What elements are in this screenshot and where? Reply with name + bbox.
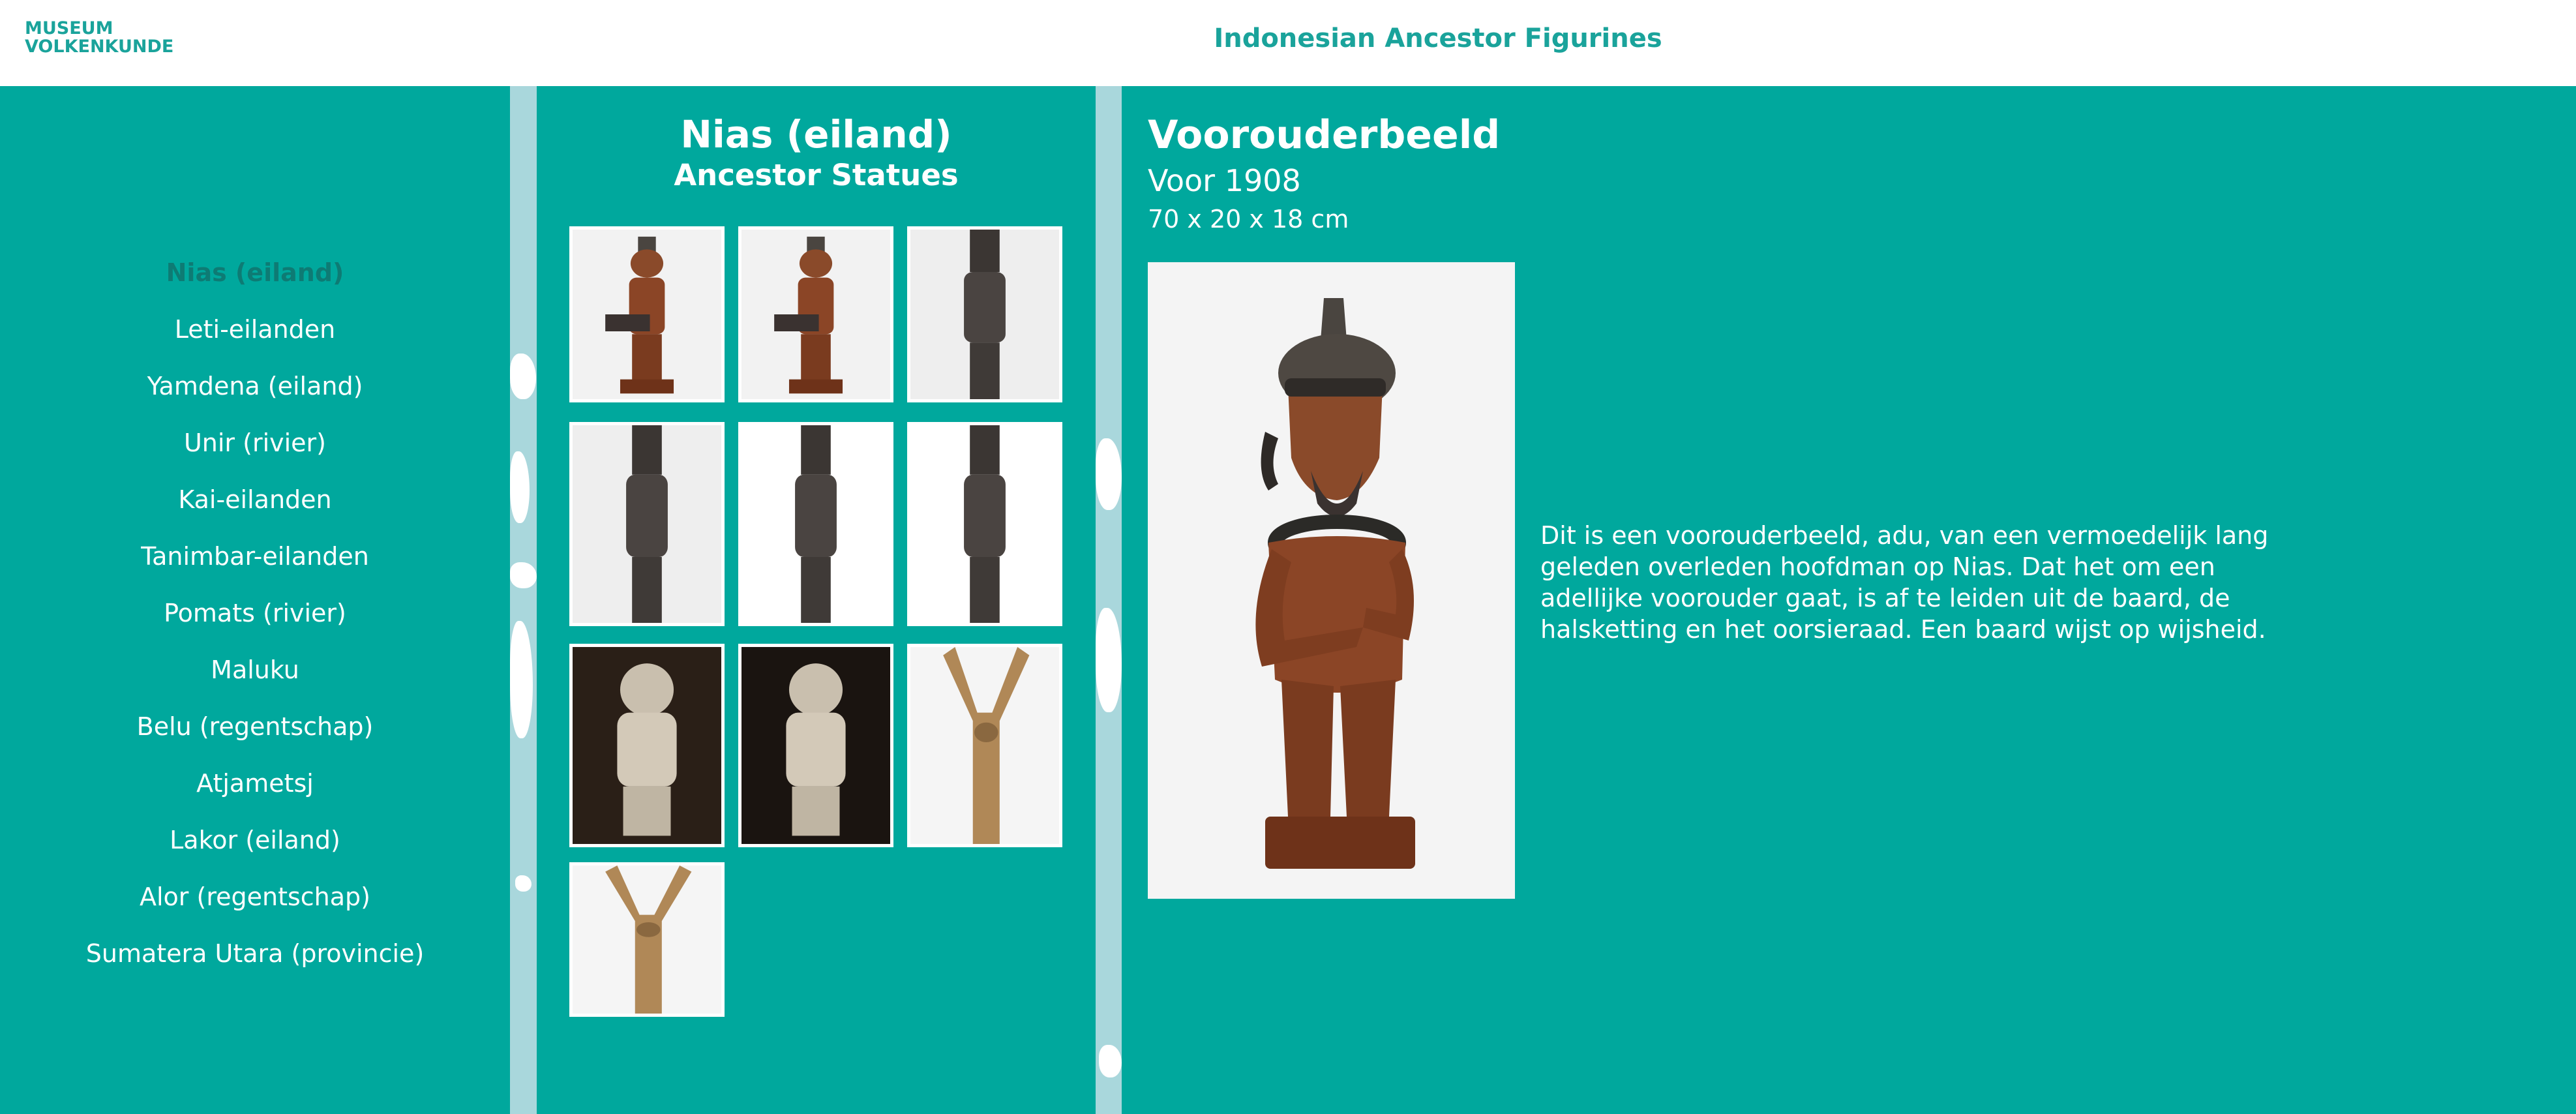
- gallery-title: Nias (eiland): [680, 112, 952, 157]
- gallery-subtitle: Ancestor Statues: [674, 158, 959, 192]
- gallery-thumbnail[interactable]: [569, 226, 725, 402]
- region-item[interactable]: Lakor (eiland): [0, 812, 510, 869]
- region-item[interactable]: Unir (rivier): [0, 415, 510, 472]
- logo-line-1: MUSEUM: [25, 18, 113, 38]
- region-item[interactable]: Tanimbar-eilanden: [0, 528, 510, 585]
- gallery-thumbnail[interactable]: [907, 226, 1062, 402]
- object-image: [1148, 262, 1515, 899]
- gallery-thumbnail[interactable]: [907, 422, 1062, 626]
- region-item[interactable]: Maluku: [0, 642, 510, 699]
- gallery-panel: Nias (eiland) Ancestor Statues: [537, 86, 1096, 1114]
- page-title: Indonesian Ancestor Figurines: [1214, 23, 1662, 53]
- region-item[interactable]: Yamdena (eiland): [0, 358, 510, 415]
- region-item[interactable]: Nias (eiland): [0, 245, 510, 301]
- museum-logo[interactable]: MUSEUM VOLKENKUNDE: [25, 18, 174, 57]
- header: MUSEUM VOLKENKUNDE Indonesian Ancestor F…: [0, 0, 2576, 86]
- gallery-thumbnail[interactable]: [738, 226, 893, 402]
- region-item[interactable]: Atjametsj: [0, 755, 510, 812]
- gallery-thumbnail[interactable]: [569, 422, 725, 626]
- region-item[interactable]: Sumatera Utara (provincie): [0, 926, 510, 982]
- detail-panel: Voorouderbeeld Voor 1908 70 x 20 x 18 cm: [1122, 86, 2576, 1114]
- region-item[interactable]: Leti-eilanden: [0, 301, 510, 358]
- gallery-thumbnail[interactable]: [907, 644, 1062, 847]
- object-dimensions: 70 x 20 x 18 cm: [1148, 205, 1349, 233]
- map-strip-right: [1096, 86, 1122, 1114]
- logo-line-2: VOLKENKUNDE: [25, 37, 174, 57]
- region-item[interactable]: Pomats (rivier): [0, 585, 510, 642]
- gallery-thumbnail[interactable]: [569, 862, 725, 1017]
- object-date: Voor 1908: [1148, 163, 1301, 198]
- region-item[interactable]: Alor (regentschap): [0, 869, 510, 926]
- gallery-thumbnail[interactable]: [569, 644, 725, 847]
- region-list: Nias (eiland) Leti-eilanden Yamdena (eilan…: [0, 245, 510, 982]
- region-sidebar: Nias (eiland) Leti-eilanden Yamdena (eilan…: [0, 86, 510, 1114]
- object-description: Dit is een voorouderbeeld, adu, van een …: [1540, 521, 2269, 644]
- region-item[interactable]: Kai-eilanden: [0, 472, 510, 528]
- map-strip-left: [510, 86, 537, 1114]
- object-title: Voorouderbeeld: [1148, 112, 1501, 158]
- gallery-thumbnail[interactable]: [738, 422, 893, 626]
- region-item[interactable]: Belu (regentschap): [0, 699, 510, 755]
- gallery-thumbnail[interactable]: [738, 644, 893, 847]
